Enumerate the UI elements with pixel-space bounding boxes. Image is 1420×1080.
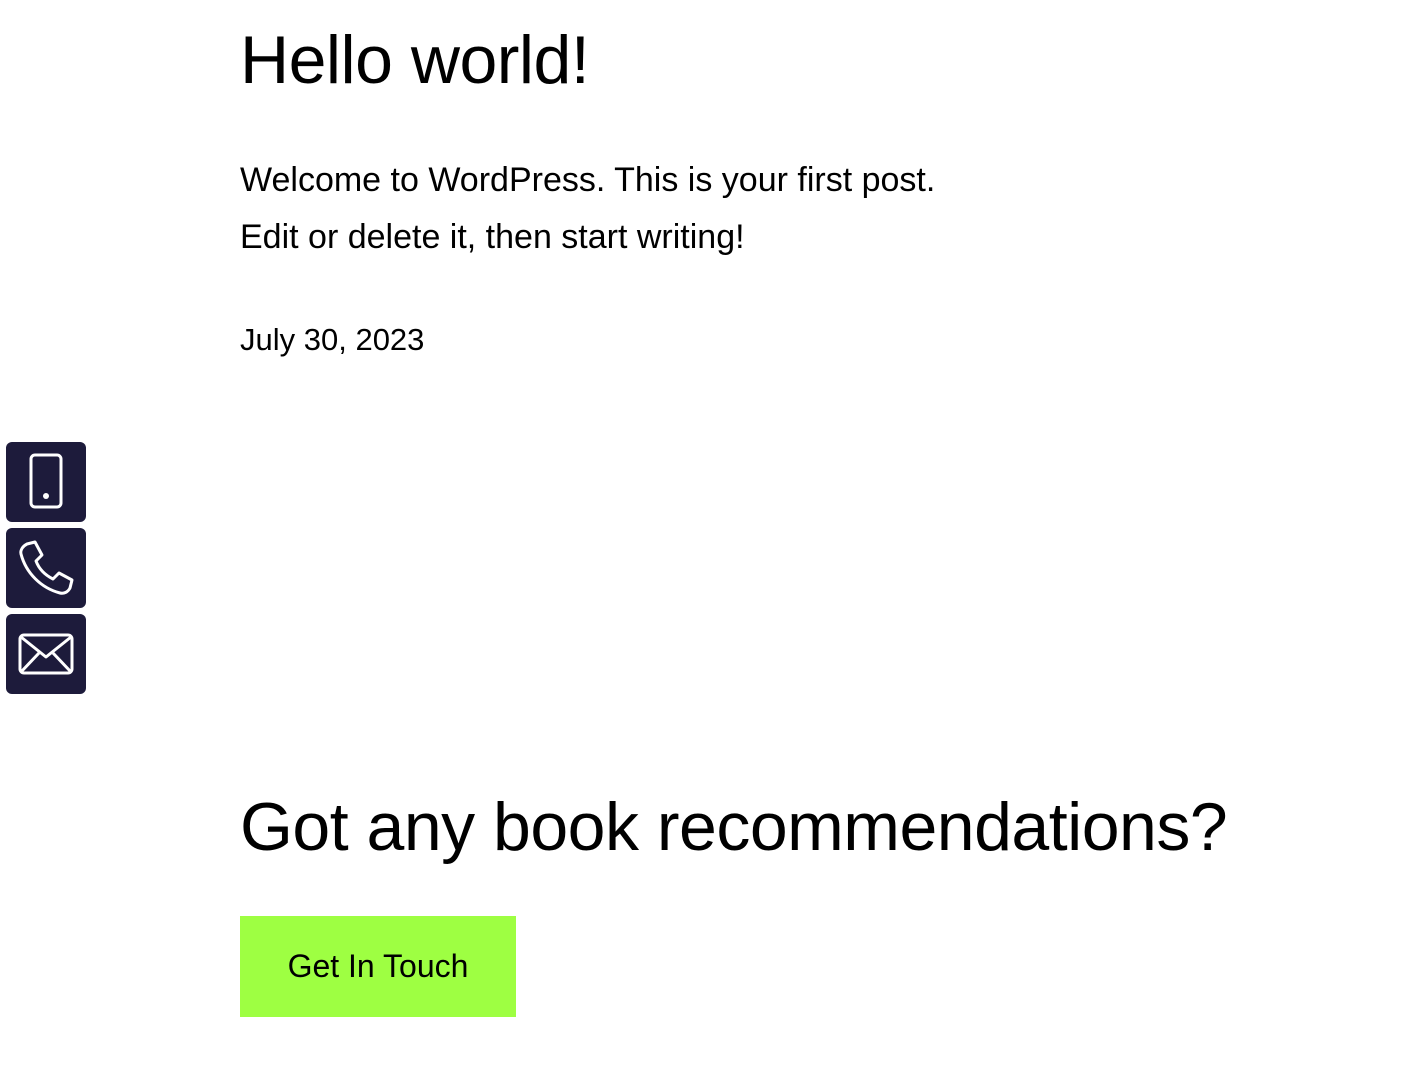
get-in-touch-button[interactable]: Get In Touch [240,916,516,1017]
mobile-contact-button[interactable] [6,442,86,522]
call-contact-button[interactable] [6,528,86,608]
email-contact-button[interactable] [6,614,86,694]
mobile-phone-icon [26,452,66,512]
post-date: July 30, 2023 [240,322,425,357]
post-paragraph-line: Welcome to WordPress. This is your first… [240,161,936,199]
phone-icon [17,539,75,597]
floating-contact-bar [6,442,86,700]
envelope-icon [17,632,75,676]
post-title: Hello world! [240,22,590,98]
page: Hello world! Welcome to WordPress. This … [0,0,1420,1080]
post-content: Welcome to WordPress. This is your first… [240,152,1140,266]
post-paragraph-line: Edit or delete it, then start writing! [240,218,745,256]
cta-heading: Got any book recommendations? [240,789,1228,865]
